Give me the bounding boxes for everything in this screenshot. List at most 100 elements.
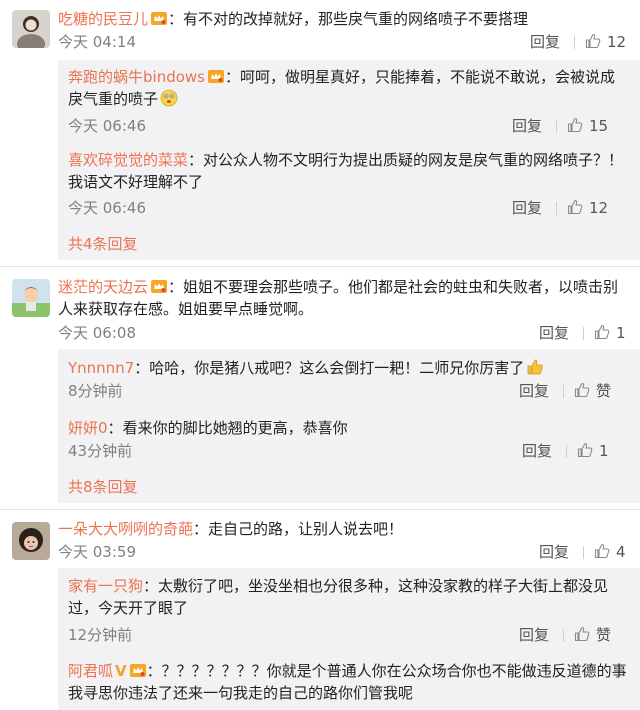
crown-icon (207, 70, 224, 83)
avatar[interactable] (12, 522, 50, 560)
reply-box: 家有一只狗：太敷衍了吧，坐没坐相也分很多种，这种没家教的样子大街上都没见过，今天… (58, 568, 640, 710)
divider (574, 36, 575, 49)
divider (563, 629, 564, 642)
comment-thread: 吃糖的民豆儿 ：有不对的改掉就好，那些戾气重的网络喷子不要搭理 今天 04:14 … (0, 0, 640, 268)
reply-meta: 8分钟前 回复 赞 (68, 380, 628, 402)
reply-button[interactable]: 回复 (519, 624, 549, 646)
reply-body: Ynnnnn7：哈哈，你是猪八戒吧？这么会倒打一耙！二师兄你厉害了 (68, 357, 628, 379)
comment-body: 迷茫的天边云 ：姐姐不要理会那些喷子。他们都是社会的蛀虫和失败者，以喷击别人来获取… (58, 278, 619, 318)
reply-username[interactable]: 奔跑的蜗牛bindows (68, 68, 205, 86)
thumbs-up-icon (594, 543, 610, 559)
thumbs-up-icon (574, 626, 590, 642)
reply-body: 阿君呱 V ：？？？？？？？你就是个普通人你在公众场合你也不能做违反道德的事 我寻思… (68, 662, 627, 702)
reply-text: 哈哈，你是猪八戒吧？这么会倒打一耙！二师兄你厉害了 (149, 359, 525, 377)
comment-thread: 一朵大大咧咧的奇葩：走自己的路，让别人说去吧！ 今天 03:59 回复 4 家有… (0, 510, 640, 710)
avatar[interactable] (12, 10, 50, 48)
comment-meta: 今天 04:14 回复 12 (58, 31, 628, 53)
like-count: 15 (589, 117, 609, 135)
thumbs-up-icon (594, 324, 610, 340)
thumbs-up-icon (577, 442, 593, 458)
comment-username[interactable]: 迷茫的天边云 (58, 278, 148, 296)
reply-button[interactable]: 回复 (519, 380, 549, 402)
like-button[interactable]: 赞 (574, 380, 611, 402)
crown-icon (151, 280, 168, 293)
reply-button[interactable]: 回复 (530, 31, 560, 53)
comment-time: 今天 03:59 (58, 543, 136, 561)
reply-button[interactable]: 回复 (522, 440, 552, 462)
reply-username[interactable]: 喜欢碎觉觉的菜菜 (68, 151, 188, 169)
reply-username[interactable]: 阿君呱 (68, 662, 113, 680)
like-label: 赞 (596, 626, 612, 644)
like-button[interactable]: 15 (567, 115, 608, 137)
reply-meta: 43分钟前 回复 1 (68, 440, 628, 462)
like-button[interactable]: 12 (567, 197, 608, 219)
reply-item: 阿君呱 V ：？？？？？？？你就是个普通人你在公众场合你也不能做违反道德的事 我寻思… (58, 655, 640, 710)
reply-time: 12分钟前 (68, 626, 133, 644)
comment-thread: 迷茫的天边云 ：姐姐不要理会那些喷子。他们都是社会的蛀虫和失败者，以喷击别人来获取… (0, 267, 640, 507)
divider (583, 546, 584, 559)
comment-meta: 今天 03:59 回复 4 (58, 541, 628, 563)
like-count: 12 (607, 33, 627, 51)
comment-meta: 今天 06:08 回复 1 (58, 322, 628, 344)
reply-time: 今天 06:46 (68, 117, 146, 135)
like-button[interactable]: 1 (594, 322, 626, 344)
reply-button[interactable]: 回复 (512, 115, 542, 137)
reply-body: 喜欢碎觉觉的菜菜：对公众人物不文明行为提出质疑的网友是戾气重的网络喷子？！我语文… (68, 151, 624, 191)
reply-item: 喜欢碎觉觉的菜菜：对公众人物不文明行为提出质疑的网友是戾气重的网络喷子？！我语文… (58, 145, 640, 225)
reply-username[interactable]: 妍妍0 (68, 419, 108, 437)
comment-body: 一朵大大咧咧的奇葩：走自己的路，让别人说去吧！ (58, 520, 404, 538)
like-count: 12 (589, 199, 609, 217)
reply-button[interactable]: 回复 (512, 197, 542, 219)
comment-username[interactable]: 吃糖的民豆儿 (58, 10, 148, 28)
reply-text: 看来你的脚比她翘的更高，恭喜你 (122, 419, 348, 437)
thumbs-up-icon (585, 33, 601, 49)
like-count: 4 (616, 543, 626, 561)
crown-icon (151, 12, 168, 25)
like-button[interactable]: 1 (577, 440, 609, 462)
reply-item: Ynnnnn7：哈哈，你是猪八戒吧？这么会倒打一耙！二师兄你厉害了 8分钟前 回… (58, 349, 640, 407)
divider (556, 120, 557, 133)
divider (556, 202, 557, 215)
more-replies-link[interactable]: 共4条回复 (68, 233, 138, 255)
thumbs-up-emoji-icon (526, 358, 544, 376)
reply-meta: 今天 06:46 回复 12 (68, 197, 628, 219)
reply-item: 妍妍0：看来你的脚比她翘的更高，恭喜你 43分钟前 回复 1 (58, 409, 640, 467)
reply-meta: 12分钟前 回复 赞 (68, 624, 628, 646)
reply-time: 8分钟前 (68, 382, 123, 400)
emoji-icon (160, 89, 178, 107)
reply-time: 43分钟前 (68, 442, 133, 460)
comment-body: 吃糖的民豆儿 ：有不对的改掉就好，那些戾气重的网络喷子不要搭理 (58, 10, 529, 28)
like-label: 赞 (596, 382, 612, 400)
crown-icon (129, 664, 146, 677)
reply-body: 奔跑的蜗牛bindows ：呵呵，做明星真好，只能捧着，不能说不敢说，会被说成戾气… (68, 68, 616, 108)
reply-item: 家有一只狗：太敷衍了吧，坐没坐相也分很多种，这种没家教的样子大街上都没见过，今天… (58, 568, 640, 652)
avatar[interactable] (12, 279, 50, 317)
divider (563, 385, 564, 398)
comment-text: 有不对的改掉就好，那些戾气重的网络喷子不要搭理 (183, 10, 529, 28)
comment-time: 今天 06:08 (58, 324, 136, 342)
verified-v-icon: V (115, 662, 127, 680)
comment-time: 今天 04:14 (58, 33, 136, 51)
thumbs-up-icon (574, 382, 590, 398)
reply-body: 家有一只狗：太敷衍了吧，坐没坐相也分很多种，这种没家教的样子大街上都没见过，今天… (68, 577, 609, 617)
thumbs-up-icon (567, 117, 583, 133)
comment-text: 走自己的路，让别人说去吧！ (208, 520, 404, 538)
reply-username[interactable]: 家有一只狗 (68, 577, 143, 595)
reply-body: 妍妍0：看来你的脚比她翘的更高，恭喜你 (68, 419, 348, 437)
divider (566, 445, 567, 458)
reply-box: 奔跑的蜗牛bindows ：呵呵，做明星真好，只能捧着，不能说不敢说，会被说成戾气… (58, 60, 640, 260)
reply-button[interactable]: 回复 (539, 541, 569, 563)
reply-button[interactable]: 回复 (539, 322, 569, 344)
like-button[interactable]: 4 (594, 541, 626, 563)
thumbs-up-icon (567, 199, 583, 215)
like-button[interactable]: 12 (585, 31, 626, 53)
reply-time: 今天 06:46 (68, 199, 146, 217)
reply-item: 奔跑的蜗牛bindows ：呵呵，做明星真好，只能捧着，不能说不敢说，会被说成戾气… (58, 60, 640, 143)
more-replies-link[interactable]: 共8条回复 (68, 476, 138, 498)
like-count: 1 (599, 442, 609, 460)
reply-box: Ynnnnn7：哈哈，你是猪八戒吧？这么会倒打一耙！二师兄你厉害了 8分钟前 回… (58, 349, 640, 503)
comment-username[interactable]: 一朵大大咧咧的奇葩 (58, 520, 193, 538)
like-button[interactable]: 赞 (574, 624, 611, 646)
divider (583, 327, 584, 340)
reply-username[interactable]: Ynnnnn7 (68, 359, 134, 377)
